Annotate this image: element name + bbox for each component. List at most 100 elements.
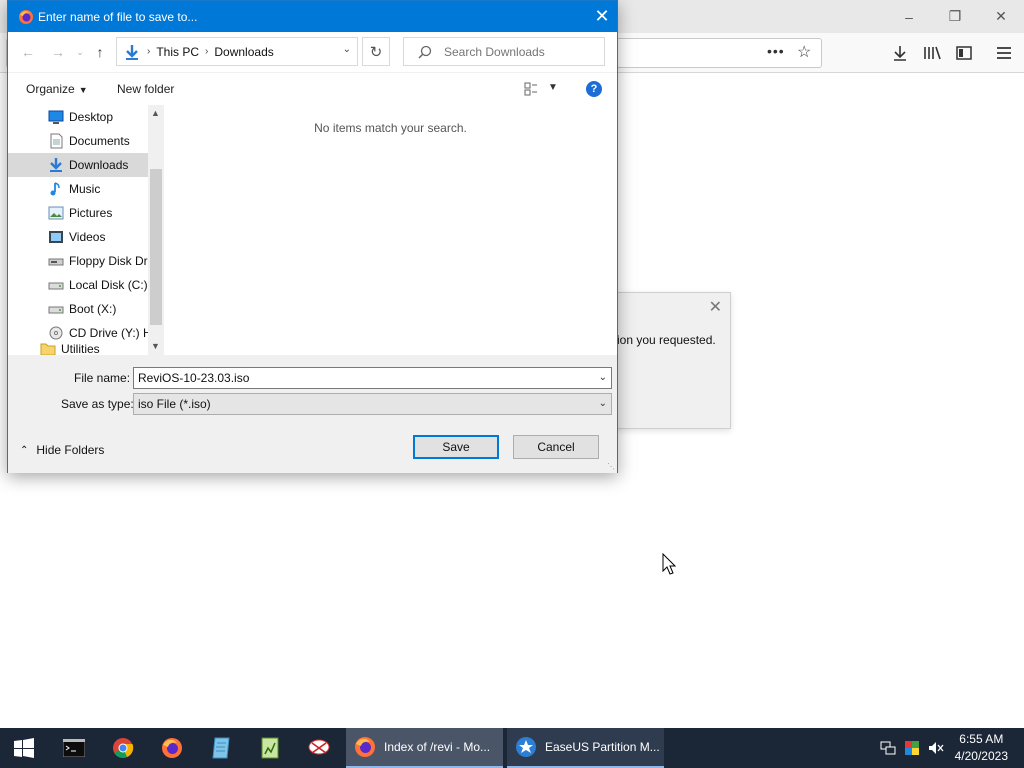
chrome-icon[interactable] bbox=[99, 728, 147, 768]
back-arrow-icon[interactable]: ← bbox=[18, 42, 38, 62]
breadcrumb-this-pc[interactable]: This PC bbox=[156, 45, 199, 59]
tree-item-label: Local Disk (C:) bbox=[69, 278, 148, 292]
windows-logo-icon bbox=[14, 738, 34, 758]
tree-item-label: Floppy Disk Dri bbox=[69, 254, 148, 268]
help-icon[interactable]: ? bbox=[586, 81, 602, 97]
scroll-up-icon[interactable]: ▲ bbox=[151, 108, 160, 118]
tree-item-local-disk-c[interactable]: Local Disk (C:) bbox=[8, 273, 148, 297]
forward-arrow-icon[interactable]: → bbox=[48, 42, 68, 62]
tree-item-downloads[interactable]: Downloads bbox=[8, 153, 148, 177]
file-name-field[interactable]: ⌄ bbox=[133, 367, 612, 389]
clock-time: 6:55 AM bbox=[959, 732, 1004, 746]
page-actions-icon[interactable]: ••• bbox=[767, 43, 785, 59]
cancel-button[interactable]: Cancel bbox=[513, 435, 599, 459]
volume-muted-icon[interactable] bbox=[928, 740, 944, 756]
tree-item-documents[interactable]: Documents bbox=[8, 129, 148, 153]
empty-message: No items match your search. bbox=[314, 121, 467, 135]
folder-icon bbox=[40, 341, 56, 355]
mouse-cursor-icon bbox=[662, 553, 676, 575]
navigation-bar: ← → ⌄ ↑ › This PC › Downloads ⌄ ↻ bbox=[8, 32, 617, 72]
tree-item-label: Downloads bbox=[69, 158, 129, 172]
pictures-icon bbox=[48, 205, 64, 221]
tree-item-music[interactable]: Music bbox=[8, 177, 148, 201]
view-options-icon[interactable] bbox=[524, 82, 538, 96]
file-name-input[interactable] bbox=[134, 371, 584, 385]
search-box[interactable] bbox=[403, 37, 605, 66]
dialog-titlebar: Enter name of file to save to... ✕ bbox=[8, 1, 617, 32]
organize-caret-icon: ▼ bbox=[78, 85, 88, 95]
tree-item-label: Pictures bbox=[69, 206, 113, 220]
view-dropdown-icon[interactable]: ▼ bbox=[548, 82, 558, 93]
refresh-icon: ↻ bbox=[369, 43, 383, 61]
taskbar: Index of /revi - Mo... EaseUS Partition … bbox=[0, 728, 1024, 768]
tree-item-pictures[interactable]: Pictures bbox=[8, 201, 148, 225]
tree-item-utilities[interactable]: Utilities bbox=[8, 337, 148, 355]
notepad-icon[interactable] bbox=[197, 728, 245, 768]
downloads-icon bbox=[48, 157, 64, 173]
tree-scrollbar[interactable]: ▲ ▼ bbox=[148, 105, 164, 355]
taskbar-task-firefox[interactable]: Index of /revi - Mo... bbox=[346, 728, 503, 768]
minimize-icon[interactable]: – bbox=[886, 0, 932, 33]
firefox-icon[interactable] bbox=[148, 728, 196, 768]
sidebar-icon[interactable] bbox=[950, 39, 978, 67]
taskbar-task-easeus[interactable]: EaseUS Partition M... bbox=[507, 728, 664, 768]
background-dialog-message: ion you requested. bbox=[617, 333, 716, 347]
navigation-tree: Desktop Documents Downloads Music Pictures Vi… bbox=[8, 105, 164, 355]
tree-item-label: Utilities bbox=[61, 342, 100, 355]
address-bar[interactable]: › This PC › Downloads ⌄ bbox=[116, 37, 358, 66]
dialog-close-icon[interactable]: ✕ bbox=[587, 1, 617, 32]
save-button[interactable]: Save bbox=[413, 435, 499, 459]
tree-item-desktop[interactable]: Desktop bbox=[8, 105, 148, 129]
address-dropdown-icon[interactable]: ⌄ bbox=[343, 44, 351, 55]
up-arrow-icon[interactable]: ↑ bbox=[90, 42, 110, 62]
search-input[interactable] bbox=[444, 44, 594, 59]
file-name-label: File name: bbox=[74, 371, 131, 385]
new-folder-button[interactable]: New folder bbox=[117, 82, 174, 96]
start-button[interactable] bbox=[0, 728, 48, 768]
menu-icon[interactable] bbox=[990, 39, 1018, 67]
breadcrumb-downloads[interactable]: Downloads bbox=[214, 45, 273, 59]
search-icon bbox=[418, 45, 432, 59]
breadcrumb-separator-icon: › bbox=[147, 46, 151, 57]
recent-locations-chevron-icon[interactable]: ⌄ bbox=[70, 42, 90, 62]
scroll-down-icon[interactable]: ▼ bbox=[151, 341, 160, 351]
tree-item-label: Documents bbox=[69, 134, 130, 148]
cmd-icon[interactable] bbox=[50, 728, 98, 768]
tree-item-label: Music bbox=[69, 182, 101, 196]
network-icon[interactable] bbox=[880, 740, 896, 756]
easeus-icon bbox=[516, 737, 536, 757]
background-dialog-close-icon[interactable]: ✕ bbox=[709, 297, 722, 317]
color-app-icon[interactable] bbox=[904, 740, 920, 756]
refresh-button[interactable]: ↻ bbox=[362, 37, 390, 66]
hide-folders-button[interactable]: ⌃ Hide Folders bbox=[20, 443, 104, 457]
firefox-icon bbox=[355, 737, 375, 757]
save-as-type-select[interactable]: iso File (*.iso) ⌄ bbox=[133, 393, 612, 415]
downloads-location-icon bbox=[126, 44, 138, 60]
downloads-toolbar-icon[interactable] bbox=[886, 39, 914, 67]
system-tray bbox=[880, 728, 944, 768]
tree-item-boot-x[interactable]: Boot (X:) bbox=[8, 297, 148, 321]
snipping-tool-icon[interactable] bbox=[295, 728, 343, 768]
drive-icon bbox=[48, 277, 64, 293]
bookmark-star-icon[interactable]: ☆ bbox=[797, 42, 811, 62]
restore-icon[interactable]: ❐ bbox=[932, 0, 978, 33]
notepadpp-icon[interactable] bbox=[246, 728, 294, 768]
taskbar-task-label: EaseUS Partition M... bbox=[545, 740, 660, 754]
hide-folders-label: Hide Folders bbox=[36, 443, 105, 457]
taskbar-task-label: Index of /revi - Mo... bbox=[384, 740, 491, 754]
library-icon[interactable] bbox=[918, 39, 946, 67]
music-icon bbox=[48, 181, 64, 197]
taskbar-clock[interactable]: 6:55 AM 4/20/2023 bbox=[955, 731, 1008, 765]
drive-icon bbox=[48, 301, 64, 317]
organize-menu[interactable]: Organize ▼ bbox=[26, 82, 88, 96]
save-as-type-dropdown-icon[interactable]: ⌄ bbox=[599, 398, 607, 409]
file-list: No items match your search. bbox=[164, 105, 617, 355]
tree-item-videos[interactable]: Videos bbox=[8, 225, 148, 249]
browser-close-icon[interactable]: ✕ bbox=[978, 0, 1024, 33]
scrollbar-thumb[interactable] bbox=[150, 169, 162, 325]
tree-item-floppy-disk-dri[interactable]: Floppy Disk Dri bbox=[8, 249, 148, 273]
file-name-dropdown-icon[interactable]: ⌄ bbox=[599, 372, 607, 383]
videos-icon bbox=[48, 229, 64, 245]
resize-grip-icon[interactable]: ⋱ bbox=[607, 462, 615, 471]
breadcrumb-separator-icon: › bbox=[205, 46, 209, 57]
